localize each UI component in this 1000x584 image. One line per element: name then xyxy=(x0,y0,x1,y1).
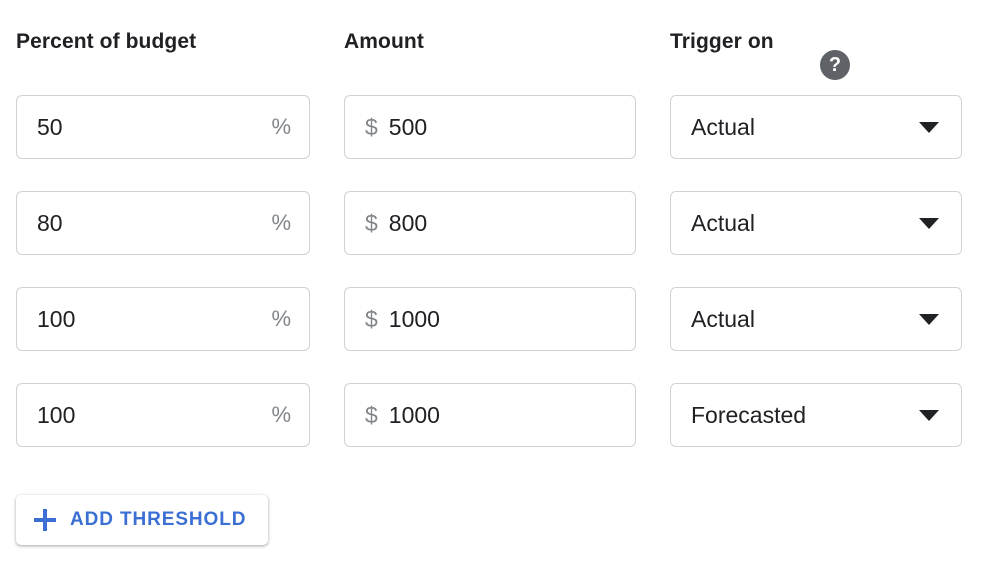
percent-value-3: 100 xyxy=(37,305,76,332)
percent-suffix-icon: % xyxy=(271,306,291,331)
currency-prefix-icon: $ xyxy=(365,209,378,236)
amount-input-1[interactable]: $ 500 xyxy=(344,95,636,159)
threshold-rows: 50 % $ 500 Actual 80 % $ 800 Actual 100 … xyxy=(0,95,1000,479)
amount-input-3[interactable]: $ 1000 xyxy=(344,287,636,351)
percent-of-budget-input-2[interactable]: 80 % xyxy=(16,191,310,255)
budget-thresholds-panel: Percent of budget Amount Trigger on ? 50… xyxy=(0,0,1000,584)
percent-of-budget-input-1[interactable]: 50 % xyxy=(16,95,310,159)
chevron-down-icon xyxy=(919,217,939,229)
add-threshold-button[interactable]: ADD THRESHOLD xyxy=(16,495,269,545)
table-row: 100 % $ 1000 Forecasted xyxy=(0,383,1000,447)
amount-value-4: 1000 xyxy=(388,401,440,428)
percent-of-budget-input-3[interactable]: 100 % xyxy=(16,287,310,351)
amount-input-4[interactable]: $ 1000 xyxy=(344,383,636,447)
table-row: 50 % $ 500 Actual xyxy=(0,95,1000,159)
amount-value-1: 500 xyxy=(388,113,428,140)
trigger-on-value-1: Actual xyxy=(691,113,755,140)
trigger-on-value-2: Actual xyxy=(691,209,755,236)
amount-input-2[interactable]: $ 800 xyxy=(344,191,636,255)
column-headers: Percent of budget Amount Trigger on ? xyxy=(0,26,1000,80)
percent-of-budget-input-4[interactable]: 100 % xyxy=(16,383,310,447)
trigger-on-select-2[interactable]: Actual xyxy=(670,191,962,255)
trigger-on-select-1[interactable]: Actual xyxy=(670,95,962,159)
percent-value-2: 80 xyxy=(37,209,63,236)
chevron-down-icon xyxy=(919,313,939,325)
column-header-trigger-on: Trigger on xyxy=(670,30,774,53)
chevron-down-icon xyxy=(919,409,939,421)
add-threshold-button-label: ADD THRESHOLD xyxy=(70,509,247,530)
currency-prefix-icon: $ xyxy=(365,401,378,428)
percent-suffix-icon: % xyxy=(271,114,291,139)
trigger-on-value-3: Actual xyxy=(691,305,755,332)
trigger-on-value-4: Forecasted xyxy=(691,401,807,428)
plus-icon xyxy=(34,509,56,531)
currency-prefix-icon: $ xyxy=(365,113,378,140)
column-header-percent-of-budget: Percent of budget xyxy=(16,30,197,53)
table-row: 80 % $ 800 Actual xyxy=(0,191,1000,255)
currency-prefix-icon: $ xyxy=(365,305,378,332)
help-icon[interactable]: ? xyxy=(820,50,850,80)
amount-value-2: 800 xyxy=(388,209,428,236)
percent-suffix-icon: % xyxy=(271,402,291,427)
trigger-on-select-4[interactable]: Forecasted xyxy=(670,383,962,447)
trigger-on-select-3[interactable]: Actual xyxy=(670,287,962,351)
percent-value-1: 50 xyxy=(37,113,63,140)
chevron-down-icon xyxy=(919,121,939,133)
amount-value-3: 1000 xyxy=(388,305,440,332)
table-row: 100 % $ 1000 Actual xyxy=(0,287,1000,351)
column-header-amount: Amount xyxy=(344,30,424,53)
percent-value-4: 100 xyxy=(37,401,76,428)
percent-suffix-icon: % xyxy=(271,210,291,235)
